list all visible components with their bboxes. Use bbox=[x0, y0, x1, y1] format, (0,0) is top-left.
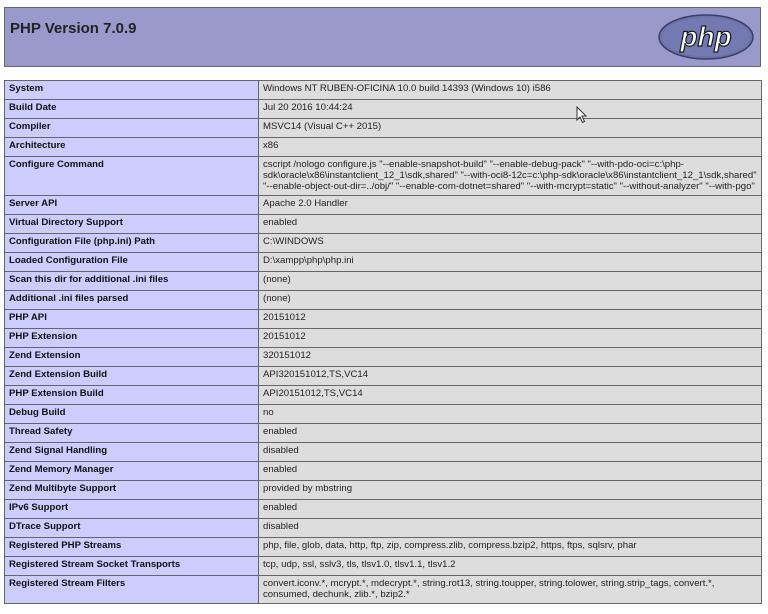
row-value: API20151012,TS,VC14 bbox=[258, 385, 762, 405]
row-value: disabled bbox=[258, 518, 762, 538]
row-value: 20151012 bbox=[258, 328, 762, 348]
table-row: Server API Apache 2.0 Handler bbox=[4, 195, 762, 215]
row-label: Server API bbox=[4, 195, 259, 215]
row-label: Registered Stream Socket Transports bbox=[4, 556, 259, 576]
row-label: Zend Memory Manager bbox=[4, 461, 259, 481]
row-value: Windows NT RUBEN-OFICINA 10.0 build 1439… bbox=[258, 80, 762, 100]
table-row: Architecture x86 bbox=[4, 137, 762, 157]
table-row: Build Date Jul 20 2016 10:44:24 bbox=[4, 99, 762, 119]
table-row: Registered Stream Socket Transports tcp, … bbox=[4, 556, 762, 576]
row-label: PHP API bbox=[4, 309, 259, 329]
table-row: Loaded Configuration File D:\xampp\php\ph… bbox=[4, 252, 762, 272]
row-label: Configure Command bbox=[4, 156, 259, 196]
row-value: MSVC14 (Visual C++ 2015) bbox=[258, 118, 762, 138]
table-row: IPv6 Support enabled bbox=[4, 499, 762, 519]
row-value: C:\WINDOWS bbox=[258, 233, 762, 253]
table-row: Compiler MSVC14 (Visual C++ 2015) bbox=[4, 118, 762, 138]
table-row: DTrace Support disabled bbox=[4, 518, 762, 538]
table-row: Configuration File (php.ini) Path C:\WIND… bbox=[4, 233, 762, 253]
logo-text: php bbox=[679, 21, 731, 52]
row-label: Thread Safety bbox=[4, 423, 259, 443]
row-value: D:\xampp\php\php.ini bbox=[258, 252, 762, 272]
table-row: System Windows NT RUBEN-OFICINA 10.0 buil… bbox=[4, 80, 762, 100]
row-value: convert.iconv.*, mcrypt.*, mdecrypt.*, s… bbox=[258, 575, 762, 604]
table-row: Zend Extension 320151012 bbox=[4, 347, 762, 367]
phpinfo-header: PHP Version 7.0.9 php bbox=[4, 7, 761, 67]
row-value: tcp, udp, ssl, sslv3, tls, tlsv1.0, tlsv… bbox=[258, 556, 762, 576]
row-value: (none) bbox=[258, 290, 762, 310]
row-label: PHP Extension Build bbox=[4, 385, 259, 405]
page-title: PHP Version 7.0.9 bbox=[10, 20, 137, 37]
row-value: Jul 20 2016 10:44:24 bbox=[258, 99, 762, 119]
row-label: Zend Extension Build bbox=[4, 366, 259, 386]
table-row: Thread Safety enabled bbox=[4, 423, 762, 443]
table-row: Zend Extension Build API320151012,TS,VC14 bbox=[4, 366, 762, 386]
table-row: Zend Memory Manager enabled bbox=[4, 461, 762, 481]
row-label: Zend Multibyte Support bbox=[4, 480, 259, 500]
row-label: Registered Stream Filters bbox=[4, 575, 259, 604]
phpinfo-table: System Windows NT RUBEN-OFICINA 10.0 buil… bbox=[4, 80, 762, 604]
row-value: disabled bbox=[258, 442, 762, 462]
row-label: Architecture bbox=[4, 137, 259, 157]
row-label: Virtual Directory Support bbox=[4, 214, 259, 234]
row-value: enabled bbox=[258, 423, 762, 443]
table-row: Registered Stream Filters convert.iconv.*… bbox=[4, 575, 762, 604]
table-row: Configure Command cscript /nologo configu… bbox=[4, 156, 762, 196]
row-value: no bbox=[258, 404, 762, 424]
mouse-cursor-icon bbox=[576, 106, 588, 124]
row-label: Zend Extension bbox=[4, 347, 259, 367]
row-label: Additional .ini files parsed bbox=[4, 290, 259, 310]
row-value: API320151012,TS,VC14 bbox=[258, 366, 762, 386]
row-value: 20151012 bbox=[258, 309, 762, 329]
row-label: PHP Extension bbox=[4, 328, 259, 348]
table-row: Scan this dir for additional .ini files(… bbox=[4, 271, 762, 291]
row-label: Configuration File (php.ini) Path bbox=[4, 233, 259, 253]
table-row: Zend Signal Handling disabled bbox=[4, 442, 762, 462]
row-value: 320151012 bbox=[258, 347, 762, 367]
row-label: Loaded Configuration File bbox=[4, 252, 259, 272]
row-label: IPv6 Support bbox=[4, 499, 259, 519]
row-label: Debug Build bbox=[4, 404, 259, 424]
table-row: Virtual Directory Support enabled bbox=[4, 214, 762, 234]
row-value: provided by mbstring bbox=[258, 480, 762, 500]
row-label: System bbox=[4, 80, 259, 100]
row-value: (none) bbox=[258, 271, 762, 291]
table-row: Additional .ini files parsed (none) bbox=[4, 290, 762, 310]
row-value: Apache 2.0 Handler bbox=[258, 195, 762, 215]
table-row: Debug Build no bbox=[4, 404, 762, 424]
row-value: enabled bbox=[258, 214, 762, 234]
row-label: Build Date bbox=[4, 99, 259, 119]
row-value: x86 bbox=[258, 137, 762, 157]
row-label: Registered PHP Streams bbox=[4, 537, 259, 557]
row-label: Compiler bbox=[4, 118, 259, 138]
table-row: Registered PHP Streams php, file, glob, d… bbox=[4, 537, 762, 557]
table-row: PHP Extension Build API20151012,TS,VC14 bbox=[4, 385, 762, 405]
table-row: PHP API 20151012 bbox=[4, 309, 762, 329]
row-value: enabled bbox=[258, 461, 762, 481]
row-label: Zend Signal Handling bbox=[4, 442, 259, 462]
row-value: cscript /nologo configure.js "--enable-s… bbox=[258, 156, 762, 196]
row-value: php, file, glob, data, http, ftp, zip, c… bbox=[258, 537, 762, 557]
php-logo: php bbox=[658, 14, 754, 60]
table-row: PHP Extension 20151012 bbox=[4, 328, 762, 348]
row-label: DTrace Support bbox=[4, 518, 259, 538]
table-row: Zend Multibyte Support provided by mbstri… bbox=[4, 480, 762, 500]
row-value: enabled bbox=[258, 499, 762, 519]
row-label: Scan this dir for additional .ini files bbox=[4, 271, 259, 291]
